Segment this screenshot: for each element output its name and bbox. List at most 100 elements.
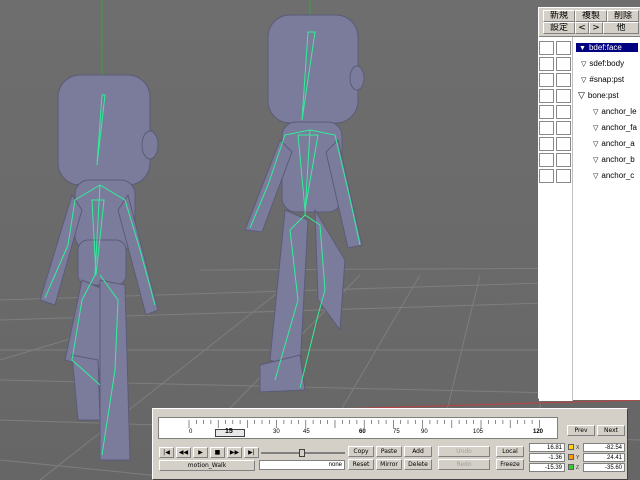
tick-label: 45 xyxy=(303,429,310,435)
new-button[interactable]: 新規 xyxy=(543,10,575,22)
tree-row[interactable]: ▽ anchor_le xyxy=(539,104,640,119)
tree-item-label: #snap:pst xyxy=(589,75,625,84)
expand-triangle-icon[interactable]: ▼ xyxy=(579,45,586,52)
rotation-x-field[interactable]: -82.54 xyxy=(583,443,625,452)
leaf-triangle-icon: ▽ xyxy=(581,61,587,68)
visibility-checkbox[interactable] xyxy=(539,120,554,135)
lock-checkbox[interactable] xyxy=(556,136,571,151)
tree-item[interactable]: ▽ bone:pst xyxy=(578,90,619,101)
expand-triangle-icon[interactable]: ▽ xyxy=(578,90,585,101)
rewind-icon[interactable]: ◀◀ xyxy=(176,447,191,458)
leaf-triangle-icon: ▽ xyxy=(593,157,599,164)
last-frame-icon[interactable]: ▶| xyxy=(244,447,259,458)
tree-item-label: sdef:body xyxy=(589,59,625,68)
lock-checkbox[interactable] xyxy=(556,104,571,119)
visibility-checkbox[interactable] xyxy=(539,168,554,183)
position-y-field[interactable]: -1.36 xyxy=(529,453,565,462)
add-button[interactable]: Add xyxy=(404,446,432,457)
tree-item[interactable]: ▽ anchor_le xyxy=(593,107,637,116)
tick-label: 90 xyxy=(421,429,428,435)
settings-button[interactable]: 設定 xyxy=(543,22,575,34)
tree-row[interactable]: ▼ bdef:face xyxy=(539,40,640,55)
tree-item[interactable]: ▽ anchor_c xyxy=(593,171,634,180)
tree-item[interactable]: ▽ #snap:pst xyxy=(581,75,624,84)
leaf-triangle-icon: ▽ xyxy=(593,141,599,148)
x-axis-label: X xyxy=(576,445,580,451)
tree-row[interactable]: ▽ sdef:body xyxy=(539,56,640,71)
duplicate-button[interactable]: 複製 xyxy=(575,10,607,22)
paste-button[interactable]: Paste xyxy=(376,446,402,457)
tick-label: 0 xyxy=(189,429,193,435)
object-panel: 新規 複製 削除 設定 < > 他 ▼ bdef:face ▽ sdef:body … xyxy=(538,7,640,401)
visibility-checkbox[interactable] xyxy=(539,136,554,151)
object-tree: ▼ bdef:face ▽ sdef:body ▽ #snap:pst ▽ bone:p… xyxy=(539,36,640,401)
lock-checkbox[interactable] xyxy=(556,88,571,103)
visibility-checkbox[interactable] xyxy=(539,40,554,55)
tree-row[interactable]: ▽ anchor_b xyxy=(539,152,640,167)
play-icon[interactable]: ▶ xyxy=(193,447,208,458)
motion-none-field[interactable]: none xyxy=(259,460,345,470)
next-button[interactable]: > xyxy=(589,22,603,34)
delete-key-button[interactable]: Delete xyxy=(404,459,432,470)
tree-row[interactable]: ▽ anchor_a xyxy=(539,136,640,151)
local-button[interactable]: Local xyxy=(496,446,524,457)
delete-button[interactable]: 削除 xyxy=(607,10,639,22)
fast-forward-icon[interactable]: ▶▶ xyxy=(227,447,242,458)
motion-select[interactable]: motion_Walk xyxy=(159,460,255,471)
prev-keyframe-button[interactable]: Prev xyxy=(567,425,595,436)
tree-item-label: anchor_b xyxy=(601,155,635,164)
current-frame-label: 15 xyxy=(225,428,233,435)
slider-thumb[interactable] xyxy=(299,449,305,457)
speed-slider[interactable] xyxy=(261,449,345,457)
y-axis-label: Y xyxy=(576,455,580,461)
tree-item-label: anchor_a xyxy=(601,139,635,148)
visibility-checkbox[interactable] xyxy=(539,88,554,103)
tree-item[interactable]: ▽ anchor_fa xyxy=(593,123,637,132)
tree-item-label: anchor_le xyxy=(601,107,637,116)
lock-checkbox[interactable] xyxy=(556,40,571,55)
lock-checkbox[interactable] xyxy=(556,56,571,71)
tick-label: 30 xyxy=(273,429,280,435)
timeline-ruler[interactable]: 0 15 30 45 60 75 90 105 120 xyxy=(158,417,558,439)
tree-item[interactable]: ▽ anchor_b xyxy=(593,155,635,164)
tree-row[interactable]: ▽ anchor_c xyxy=(539,168,640,183)
prev-button[interactable]: < xyxy=(575,22,589,34)
undo-button[interactable]: Undo xyxy=(438,446,490,457)
tree-item-label: bone:pst xyxy=(587,91,619,100)
lock-checkbox[interactable] xyxy=(556,120,571,135)
position-z-field[interactable]: -15.39 xyxy=(529,463,565,472)
redo-button[interactable]: Redo xyxy=(438,459,490,470)
tree-item[interactable]: ▽ sdef:body xyxy=(581,59,624,68)
first-frame-icon[interactable]: |◀ xyxy=(159,447,174,458)
tree-item-label: bdef:face xyxy=(588,43,622,52)
tree-row[interactable]: ▽ bone:pst xyxy=(539,88,640,103)
rotation-z-field[interactable]: -35.60 xyxy=(583,463,625,472)
reset-button[interactable]: Reset xyxy=(348,459,374,470)
next-keyframe-button[interactable]: Next xyxy=(597,425,625,436)
tree-row[interactable]: ▽ #snap:pst xyxy=(539,72,640,87)
freeze-button[interactable]: Freeze xyxy=(496,459,524,470)
rotation-y-field[interactable]: 24.41 xyxy=(583,453,625,462)
tree-row[interactable]: ▽ anchor_fa xyxy=(539,120,640,135)
tick-label: 60 xyxy=(359,429,366,435)
lock-checkbox[interactable] xyxy=(556,72,571,87)
other-button[interactable]: 他 xyxy=(603,22,639,34)
z-axis-key-icon[interactable] xyxy=(568,464,574,470)
lock-checkbox[interactable] xyxy=(556,152,571,167)
visibility-checkbox[interactable] xyxy=(539,152,554,167)
x-axis-key-icon[interactable] xyxy=(568,444,574,450)
mirror-button[interactable]: Mirror xyxy=(376,459,402,470)
tree-item[interactable]: ▽ anchor_a xyxy=(593,139,635,148)
tree-item-selected[interactable]: ▼ bdef:face xyxy=(576,43,638,52)
tree-item-label: anchor_c xyxy=(601,171,635,180)
stop-icon[interactable]: ■ xyxy=(210,447,225,458)
copy-button[interactable]: Copy xyxy=(348,446,374,457)
position-x-field[interactable]: 16.81 xyxy=(529,443,565,452)
visibility-checkbox[interactable] xyxy=(539,72,554,87)
y-axis-key-icon[interactable] xyxy=(568,454,574,460)
leaf-triangle-icon: ▽ xyxy=(581,77,587,84)
visibility-checkbox[interactable] xyxy=(539,56,554,71)
lock-checkbox[interactable] xyxy=(556,168,571,183)
tick-label: 75 xyxy=(393,429,400,435)
visibility-checkbox[interactable] xyxy=(539,104,554,119)
